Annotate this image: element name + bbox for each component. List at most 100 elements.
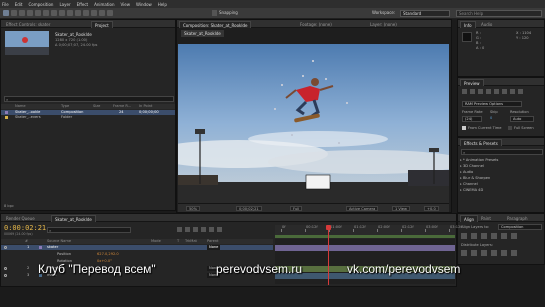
column-trkmat[interactable]: TrkMat [185, 239, 197, 244]
snapping-checkbox[interactable] [212, 10, 217, 16]
views-dropdown[interactable]: 1 View [392, 206, 410, 211]
playhead[interactable] [328, 225, 329, 285]
column-in-point[interactable]: In Point [139, 104, 152, 109]
distribute-bottom-icon[interactable] [481, 250, 487, 256]
tab-footage[interactable]: Footage: (none) [297, 21, 335, 28]
camera-tool-icon[interactable] [35, 10, 41, 16]
previous-frame-icon[interactable] [470, 89, 475, 94]
pan-behind-tool-icon[interactable] [43, 10, 49, 16]
effects-category[interactable]: ▸ Audio [460, 170, 542, 175]
shy-layers-icon[interactable] [193, 227, 198, 232]
bpc-indicator[interactable]: 8 bpc [4, 204, 14, 208]
skip-value[interactable]: 0 [490, 116, 492, 120]
loop-icon[interactable] [510, 89, 515, 94]
menu-item-window[interactable]: Window [136, 2, 152, 7]
puppet-tool-icon[interactable] [107, 10, 113, 16]
column-mode[interactable]: Mode [151, 239, 161, 244]
column-type[interactable]: Type [61, 104, 69, 109]
tab-info[interactable]: Info [460, 21, 476, 28]
play-icon[interactable] [478, 89, 483, 94]
pen-tool-icon[interactable] [59, 10, 65, 16]
clone-tool-icon[interactable] [83, 10, 89, 16]
effects-search-input[interactable]: ⌕ [461, 149, 543, 155]
comp-mini-flowchart-icon[interactable] [177, 227, 182, 232]
tab-paint[interactable]: Paint [478, 215, 494, 222]
tab-timeline-comp[interactable]: Skater_at_Rooklde [51, 215, 96, 222]
tab-effect-controls[interactable]: Effect Controls: skater [3, 21, 53, 28]
distribute-right-icon[interactable] [511, 250, 517, 256]
column-parent[interactable]: Parent [207, 239, 219, 244]
property-value[interactable]: 627.0,292.0 [97, 252, 119, 257]
search-help-field[interactable]: Search Help [456, 10, 542, 17]
menu-item-edit[interactable]: Edit [15, 2, 23, 7]
timeline-current-time[interactable]: 0:00:02:21 [4, 224, 46, 232]
shape-tool-icon[interactable] [51, 10, 57, 16]
tab-effects-presets[interactable]: Effects & Presets [460, 139, 502, 146]
from-current-time-checkbox[interactable]: From Current Time [462, 126, 501, 130]
tab-paragraph[interactable]: Paragraph [504, 215, 531, 222]
layer-duration-bar[interactable] [275, 245, 455, 251]
next-frame-icon[interactable] [486, 89, 491, 94]
resolution-dropdown[interactable]: Full [290, 206, 303, 211]
align-vertical-center-icon[interactable] [501, 233, 507, 239]
column-source-name[interactable]: Source Name [47, 239, 71, 244]
ram-preview-icon[interactable] [518, 89, 523, 94]
tab-audio[interactable]: Audio [478, 21, 495, 28]
full-screen-checkbox[interactable]: Full Screen [508, 126, 534, 130]
project-search-input[interactable]: ⌕ [4, 96, 174, 102]
camera-dropdown[interactable]: Active Camera [346, 206, 379, 211]
roto-tool-icon[interactable] [99, 10, 105, 16]
distribute-vcenter-icon[interactable] [471, 250, 477, 256]
project-item[interactable]: Skater_..evers Folder [1, 115, 175, 120]
distribute-hcenter-icon[interactable] [501, 250, 507, 256]
rotate-tool-icon[interactable] [27, 10, 33, 16]
align-right-icon[interactable] [481, 233, 487, 239]
work-area-bar[interactable] [275, 235, 455, 238]
tab-composition[interactable]: Composition: Skater_at_Rooklde [179, 21, 252, 28]
magnification-dropdown[interactable]: 50% [186, 206, 200, 211]
menu-item-file[interactable]: File [2, 2, 9, 7]
distribute-left-icon[interactable] [491, 250, 497, 256]
graph-editor-icon[interactable] [217, 227, 222, 232]
menu-item-layer[interactable]: Layer [59, 2, 70, 7]
layer-label-color-icon[interactable] [39, 246, 42, 249]
effects-category[interactable]: ▸ CINEMA 4D [460, 188, 542, 193]
tab-align[interactable]: Align [460, 215, 479, 222]
effects-category[interactable]: ▸ 3D Channel [460, 164, 542, 169]
visibility-eye-icon[interactable] [4, 267, 7, 270]
exposure-value[interactable]: +0.0 [424, 206, 439, 211]
menu-item-effect[interactable]: Effect [77, 2, 89, 7]
tab-preview[interactable]: Preview [460, 79, 484, 86]
composition-viewer[interactable] [178, 44, 449, 203]
tab-layer[interactable]: Layer: (none) [367, 21, 400, 28]
type-tool-icon[interactable] [67, 10, 73, 16]
composition-subtab[interactable]: Skater_at_Rooklde [181, 30, 224, 37]
hand-tool-icon[interactable] [11, 10, 17, 16]
visibility-eye-icon[interactable] [4, 274, 7, 277]
workspace-dropdown[interactable]: Standard [400, 10, 450, 17]
motion-blur-icon[interactable] [209, 227, 214, 232]
current-time-display[interactable]: 0;00;02;21 [236, 206, 262, 211]
parent-dropdown[interactable]: None [207, 245, 221, 250]
playhead-handle-icon[interactable] [326, 225, 331, 230]
time-ruler[interactable]: 0f 00:12f 01:00f 01:12f 02:00f 02:12f 03:00f 03… [275, 225, 462, 235]
first-frame-icon[interactable] [462, 89, 467, 94]
distribute-top-icon[interactable] [461, 250, 467, 256]
menu-item-composition[interactable]: Composition [28, 2, 53, 7]
frame-rate-dropdown[interactable]: (24) [462, 116, 482, 122]
align-horizontal-center-icon[interactable] [471, 233, 477, 239]
selection-tool-icon[interactable] [3, 10, 9, 16]
menu-item-view[interactable]: View [121, 2, 131, 7]
preview-mode-dropdown[interactable]: RAM Preview Options [462, 101, 522, 107]
effects-category[interactable]: ▸ * Animation Presets [460, 158, 542, 163]
align-target-dropdown[interactable]: Composition [498, 224, 542, 230]
column-number[interactable]: # [25, 239, 28, 244]
menu-item-animation[interactable]: Animation [94, 2, 114, 7]
layer-property-row[interactable]: Position 627.0,292.0 [1, 252, 273, 257]
frame-blending-icon[interactable] [201, 227, 206, 232]
align-left-icon[interactable] [461, 233, 467, 239]
column-frame-rate[interactable]: Frame R... [113, 104, 131, 109]
tab-project[interactable]: Project [91, 21, 113, 28]
align-top-icon[interactable] [491, 233, 497, 239]
align-bottom-icon[interactable] [511, 233, 517, 239]
